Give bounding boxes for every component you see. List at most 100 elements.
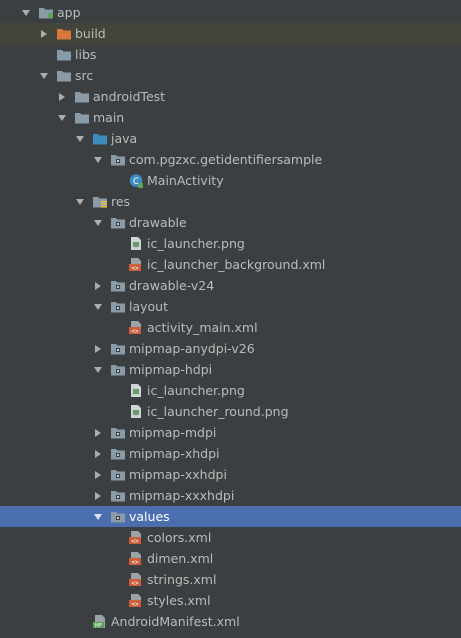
tree-item[interactable]: src	[0, 65, 461, 86]
chevron-right-icon[interactable]	[57, 92, 67, 102]
tree-item-label: src	[75, 68, 94, 83]
chevron-down-icon[interactable]	[93, 512, 103, 522]
tree-item[interactable]: mipmap-xhdpi	[0, 443, 461, 464]
tree-item[interactable]: <> strings.xml	[0, 569, 461, 590]
tree-item[interactable]: res	[0, 191, 461, 212]
xml-file-icon: <>	[128, 593, 144, 608]
chevron-down-icon[interactable]	[93, 218, 103, 228]
svg-text:<>: <>	[131, 580, 139, 587]
svg-text:<>: <>	[131, 265, 139, 272]
package-icon	[110, 215, 126, 230]
xml-file-icon: <>	[128, 257, 144, 272]
tree-item-label: drawable	[129, 215, 187, 230]
tree-item-label: androidTest	[93, 89, 166, 104]
package-icon	[110, 425, 126, 440]
tree-item[interactable]: androidTest	[0, 86, 461, 107]
image-file-icon	[128, 236, 144, 251]
source-folder-icon	[92, 131, 108, 146]
tree-item-label: libs	[75, 47, 97, 62]
chevron-down-icon[interactable]	[57, 113, 67, 123]
chevron-right-icon[interactable]	[93, 281, 103, 291]
package-icon	[110, 446, 126, 461]
tree-item[interactable]: mipmap-mdpi	[0, 422, 461, 443]
tree-item-label: colors.xml	[147, 530, 212, 545]
xml-file-icon: <>	[128, 530, 144, 545]
svg-text:<>: <>	[131, 328, 139, 335]
project-tree: app build libs src androidTest main java…	[0, 0, 461, 638]
tree-item[interactable]: build	[0, 23, 461, 44]
svg-text:<>: <>	[131, 601, 139, 608]
tree-item-label: values	[129, 509, 170, 524]
chevron-down-icon[interactable]	[75, 197, 85, 207]
chevron-right-icon[interactable]	[93, 491, 103, 501]
module-folder-icon	[38, 5, 54, 20]
tree-item-label: mipmap-mdpi	[129, 425, 217, 440]
tree-item[interactable]: main	[0, 107, 461, 128]
tree-item[interactable]: ic_launcher_round.png	[0, 401, 461, 422]
tree-item-label: mipmap-xhdpi	[129, 446, 220, 461]
tree-item[interactable]: ic_launcher.png	[0, 233, 461, 254]
tree-item[interactable]: mipmap-hdpi	[0, 359, 461, 380]
tree-item-label: build	[75, 26, 106, 41]
chevron-right-icon[interactable]	[93, 428, 103, 438]
chevron-right-icon[interactable]	[93, 344, 103, 354]
excluded-folder-icon	[56, 26, 72, 41]
tree-item[interactable]: drawable	[0, 212, 461, 233]
chevron-down-icon[interactable]	[93, 302, 103, 312]
resource-folder-icon	[92, 194, 108, 209]
tree-item-label: java	[111, 131, 138, 146]
chevron-right-icon[interactable]	[93, 449, 103, 459]
chevron-right-icon[interactable]	[39, 29, 49, 39]
svg-text:<>: <>	[131, 559, 139, 566]
chevron-down-icon[interactable]	[21, 8, 31, 18]
tree-item[interactable]: <> styles.xml	[0, 590, 461, 611]
tree-item[interactable]: <> colors.xml	[0, 527, 461, 548]
chevron-down-icon[interactable]	[93, 155, 103, 165]
tree-item[interactable]: C MainActivity	[0, 170, 461, 191]
tree-item-label: main	[93, 110, 125, 125]
package-icon	[110, 362, 126, 377]
tree-item[interactable]: <> activity_main.xml	[0, 317, 461, 338]
tree-item[interactable]: app	[0, 2, 461, 23]
svg-text:MF: MF	[95, 623, 102, 629]
tree-item-label: styles.xml	[147, 593, 211, 608]
tree-item[interactable]: java	[0, 128, 461, 149]
tree-item[interactable]: mipmap-xxxhdpi	[0, 485, 461, 506]
package-icon	[110, 509, 126, 524]
chevron-down-icon[interactable]	[93, 365, 103, 375]
manifest-file-icon: MF	[92, 614, 108, 629]
tree-item[interactable]: libs	[0, 44, 461, 65]
tree-item[interactable]: <> dimen.xml	[0, 548, 461, 569]
tree-item-label: activity_main.xml	[147, 320, 258, 335]
tree-item[interactable]: values	[0, 506, 461, 527]
tree-item-label: ic_launcher_background.xml	[147, 257, 326, 272]
tree-item[interactable]: mipmap-xxhdpi	[0, 464, 461, 485]
chevron-right-icon[interactable]	[93, 470, 103, 480]
tree-item-label: res	[111, 194, 131, 209]
tree-item-label: mipmap-anydpi-v26	[129, 341, 255, 356]
folder-icon	[56, 47, 72, 62]
tree-item[interactable]: <> ic_launcher_background.xml	[0, 254, 461, 275]
image-file-icon	[128, 404, 144, 419]
tree-item[interactable]: ic_launcher.png	[0, 380, 461, 401]
tree-item[interactable]: MF AndroidManifest.xml	[0, 611, 461, 632]
tree-item-label: ic_launcher_round.png	[147, 404, 289, 419]
folder-icon	[74, 110, 90, 125]
package-icon	[110, 299, 126, 314]
chevron-down-icon[interactable]	[75, 134, 85, 144]
tree-item[interactable]: mipmap-anydpi-v26	[0, 338, 461, 359]
tree-item-label: ic_launcher.png	[147, 236, 245, 251]
chevron-down-icon[interactable]	[39, 71, 49, 81]
xml-file-icon: <>	[128, 551, 144, 566]
package-icon	[110, 488, 126, 503]
tree-item-label: MainActivity	[147, 173, 224, 188]
tree-item-label: drawable-v24	[129, 278, 215, 293]
package-icon	[110, 467, 126, 482]
tree-item[interactable]: com.pgzxc.getidentifiersample	[0, 149, 461, 170]
tree-item[interactable]: layout	[0, 296, 461, 317]
tree-item[interactable]: drawable-v24	[0, 275, 461, 296]
folder-icon	[74, 89, 90, 104]
folder-icon	[56, 68, 72, 83]
tree-item-label: mipmap-xxhdpi	[129, 467, 227, 482]
package-icon	[110, 278, 126, 293]
